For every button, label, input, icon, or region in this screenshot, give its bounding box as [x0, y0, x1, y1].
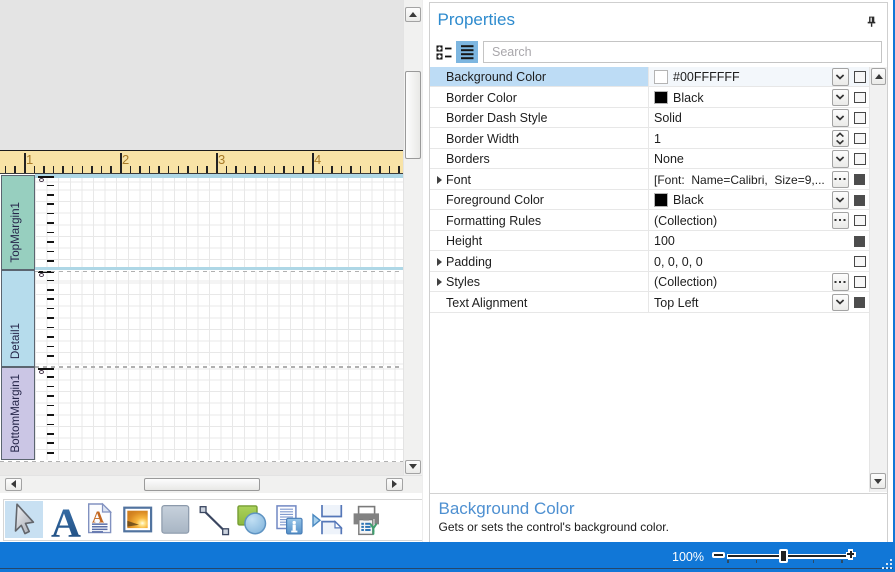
- svg-text:A: A: [51, 500, 81, 543]
